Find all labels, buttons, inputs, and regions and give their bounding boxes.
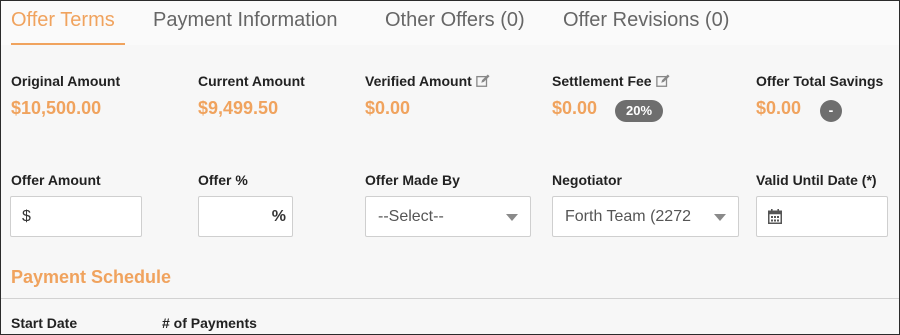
settlement-fee-value: $0.00 — [552, 98, 598, 118]
negotiator-selected: Forth Team (2272 — [565, 208, 691, 225]
column-header-start-date: Start Date — [11, 315, 78, 331]
valid-until-date-label: Valid Until Date (*) — [756, 172, 877, 188]
current-amount-label: Current Amount — [198, 73, 305, 89]
original-amount-value: $10,500.00 — [11, 98, 102, 118]
payment-schedule-title: Payment Schedule — [11, 267, 172, 287]
offer-amount-label: Offer Amount — [11, 172, 101, 188]
tab-offer-revisions[interactable]: Offer Revisions (0) — [563, 9, 729, 32]
currency-prefix: $ — [22, 208, 31, 225]
offer-panel: Offer Terms Payment Information Other Of… — [0, 0, 900, 335]
offer-amount-input[interactable] — [39, 197, 137, 236]
percent-suffix: % — [271, 208, 286, 225]
section-divider — [1, 298, 899, 299]
edit-icon[interactable] — [476, 74, 490, 88]
settlement-fee-label: Settlement Fee — [552, 73, 670, 89]
offer-made-by-label: Offer Made By — [365, 172, 460, 188]
negotiator-label: Negotiator — [552, 172, 622, 188]
tab-other-offers[interactable]: Other Offers (0) — [385, 9, 525, 32]
offer-made-by-select[interactable]: --Select-- — [365, 196, 531, 237]
offer-percent-label: Offer % — [198, 172, 248, 188]
chevron-down-icon — [714, 214, 726, 221]
calendar-icon[interactable] — [768, 209, 782, 224]
offer-percent-field[interactable]: % — [198, 196, 293, 237]
savings-toggle-button[interactable]: - — [820, 100, 842, 122]
current-amount-value: $9,499.50 — [198, 98, 279, 118]
offer-made-by-selected: --Select-- — [378, 208, 444, 225]
chevron-down-icon — [506, 214, 518, 221]
active-tab-indicator — [11, 43, 125, 45]
offer-percent-input[interactable] — [207, 197, 267, 236]
tab-payment-information[interactable]: Payment Information — [153, 9, 338, 32]
original-amount-label: Original Amount — [11, 73, 121, 89]
valid-until-date-input[interactable] — [789, 197, 883, 236]
offer-amount-field[interactable]: $ — [10, 196, 142, 237]
tab-offer-terms[interactable]: Offer Terms — [11, 9, 115, 32]
valid-until-date-field[interactable] — [756, 196, 888, 237]
verified-amount-value: $0.00 — [365, 98, 411, 118]
edit-icon[interactable] — [655, 74, 670, 88]
offer-total-savings-label: Offer Total Savings — [756, 73, 884, 89]
offer-total-savings-value: $0.00 — [756, 98, 802, 118]
tab-bar: Offer Terms Payment Information Other Of… — [1, 1, 899, 45]
settlement-fee-label-text: Settlement Fee — [552, 73, 652, 89]
settlement-fee-percent-badge: 20% — [615, 100, 663, 122]
negotiator-select[interactable]: Forth Team (2272 — [552, 196, 739, 237]
verified-amount-label-text: Verified Amount — [365, 73, 472, 89]
column-header-number-of-payments: # of Payments — [162, 315, 257, 331]
verified-amount-label: Verified Amount — [365, 73, 490, 89]
